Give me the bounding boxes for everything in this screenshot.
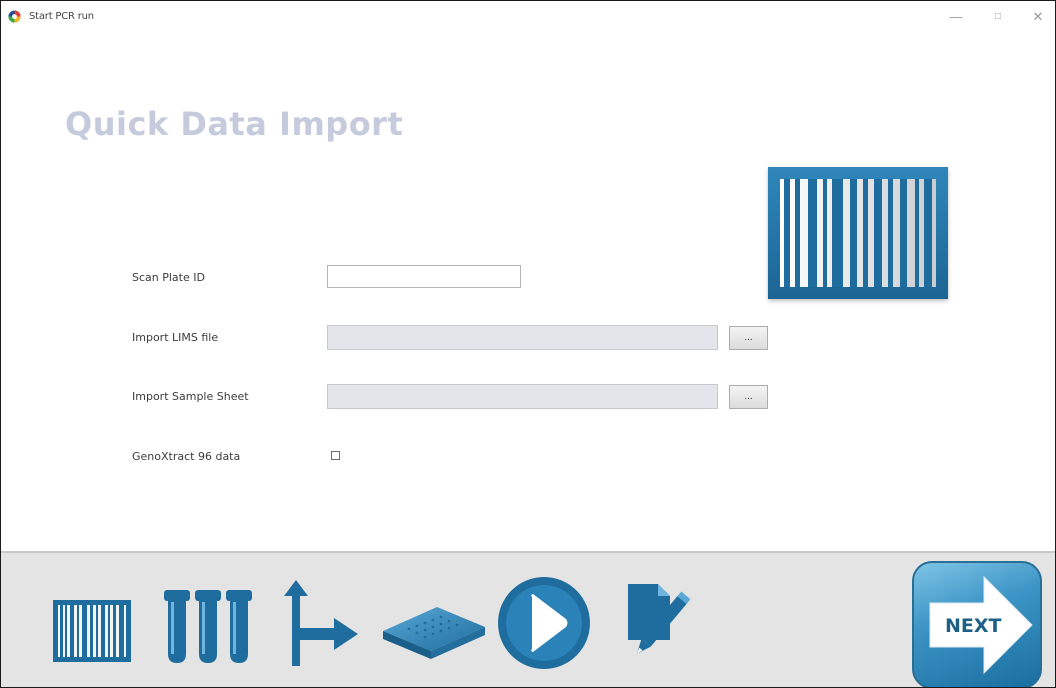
plate-icon[interactable]: [379, 601, 489, 661]
maximize-button[interactable]: □: [986, 7, 1010, 27]
branch-arrow-icon[interactable]: [284, 580, 360, 668]
sample-sheet-path-field[interactable]: [327, 384, 718, 409]
sample-sheet-browse-button[interactable]: ...: [729, 385, 768, 409]
tubes-icon[interactable]: [164, 590, 252, 665]
maximize-icon: □: [994, 11, 1002, 22]
edit-document-icon[interactable]: [624, 578, 714, 668]
lims-file-path-field[interactable]: [327, 325, 718, 350]
play-icon[interactable]: [496, 575, 592, 671]
genoxtract-96-data-checkbox[interactable]: [331, 451, 340, 460]
next-button[interactable]: NEXT: [912, 561, 1042, 687]
barcode-icon[interactable]: [53, 600, 131, 662]
barcode-illustration-icon: [768, 167, 948, 299]
close-button[interactable]: ✕: [1026, 7, 1050, 27]
scan-plate-id-input[interactable]: [327, 265, 521, 288]
window-title: Start PCR run: [29, 11, 94, 22]
import-sample-sheet-label: Import Sample Sheet: [132, 390, 249, 403]
minimize-button[interactable]: —: [944, 7, 968, 27]
scan-plate-id-label: Scan Plate ID: [132, 271, 205, 284]
title-bar: Start PCR run — □ ✕: [1, 1, 1055, 31]
import-lims-file-label: Import LIMS file: [132, 331, 219, 344]
page-title: Quick Data Import: [65, 105, 404, 143]
genoxtract-96-data-label: GenoXtract 96 data: [132, 450, 241, 463]
minimize-icon: —: [949, 9, 963, 24]
close-icon: ✕: [1032, 9, 1044, 24]
app-logo-icon: [8, 10, 21, 23]
workflow-footer: NEXT: [1, 551, 1055, 687]
lims-browse-button[interactable]: ...: [729, 326, 768, 350]
main-window: Start PCR run — □ ✕ Quick Data Import Sc…: [0, 0, 1056, 688]
next-label: NEXT: [945, 615, 1002, 637]
